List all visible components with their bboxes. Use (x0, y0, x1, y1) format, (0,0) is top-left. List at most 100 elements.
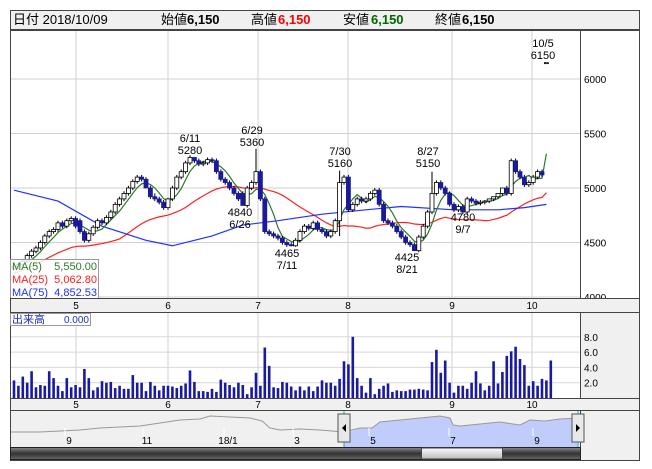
volume-bar (140, 382, 143, 398)
ma75-label: MA(75) (12, 287, 48, 299)
ma25-value: 5,062.80 (54, 274, 97, 286)
candle-down (147, 187, 153, 198)
annotation-6-29-price: 5360 (240, 137, 264, 149)
volume-bar (501, 371, 504, 398)
volume-bar (232, 387, 236, 398)
candle-up (429, 193, 435, 213)
candle-up (433, 182, 439, 194)
candle-up (51, 229, 56, 232)
candle-up (535, 171, 540, 178)
month-label: 9 (449, 301, 455, 312)
candle-down (99, 220, 105, 224)
annotation-7-30-price: 5160 (328, 158, 352, 170)
volume-tick-label: 2.0 (584, 379, 598, 390)
navigator-right-handle[interactable] (571, 413, 585, 443)
volume-bar (483, 390, 487, 398)
candle-up (310, 222, 316, 229)
month-label: 6 (165, 400, 171, 411)
volume-bar (479, 383, 482, 398)
candle-up (55, 222, 61, 230)
volume-bar (215, 391, 218, 398)
candle-down (156, 198, 162, 203)
price-tick-label: 5500 (584, 130, 607, 141)
candle-up (455, 206, 461, 211)
volume-bar (289, 386, 293, 398)
candle-up (332, 220, 338, 232)
volume-bar (408, 389, 412, 398)
navigator-left-handle[interactable] (337, 413, 351, 443)
volume-bar (417, 388, 421, 398)
volume-bar (39, 384, 42, 398)
volume-bar (518, 358, 522, 398)
volume-value: 0.000 (64, 315, 89, 326)
candle-down (279, 237, 285, 243)
annotation-8-27-price: 5150 (416, 158, 440, 170)
candle-down (411, 244, 417, 252)
volume-bar (17, 385, 20, 398)
volume-tick-label: 6.0 (584, 348, 598, 359)
volume-legend: 出来高 0.000 (10, 312, 91, 326)
volume-bar (87, 378, 91, 398)
annotation-8-21-date: 8/21 (396, 264, 417, 276)
price-axis: 60005500500045004000 (584, 75, 607, 304)
candle-down (376, 189, 382, 205)
volume-bar (549, 360, 553, 398)
volume-bar (144, 391, 148, 398)
volume-tick-label: 8.0 (584, 333, 598, 344)
volume-bar (448, 382, 451, 398)
candle-up (350, 203, 356, 211)
annotation-9-7-price: 4780 (451, 212, 475, 224)
candle-up (117, 198, 122, 205)
candle-down (77, 220, 83, 232)
volume-bar (12, 380, 16, 398)
candle-up (126, 187, 131, 194)
volume-label: 出来高 (12, 312, 45, 326)
price-tick-label: 4500 (584, 239, 607, 250)
volume-bar (56, 385, 60, 398)
volume-bar (307, 386, 311, 398)
volume-bar (333, 385, 337, 398)
annotation-6-26-price: 4840 (228, 207, 252, 219)
candle-up (416, 236, 422, 252)
navigator-label: 18/1 (218, 436, 238, 447)
annotation-9-7-date: 9/7 (455, 224, 470, 236)
chart-canvas[interactable]: 60005500500045004000 6/11 5280 6/29 5360… (0, 0, 652, 469)
candle-down (513, 160, 518, 173)
candle-up (33, 247, 39, 252)
candle-up (486, 198, 492, 202)
volume-bar (435, 349, 438, 398)
candle-down (231, 187, 237, 194)
volume-bar (237, 382, 240, 398)
candle-up (86, 233, 92, 241)
volume-bar (523, 365, 526, 398)
candle-up (249, 182, 255, 189)
candle-up (341, 176, 347, 183)
volume-bar (179, 385, 183, 398)
candle-down (389, 222, 395, 227)
candle-down (407, 242, 413, 246)
candle-up (187, 157, 193, 164)
annotation-6-11-date: 6/11 (180, 133, 201, 145)
volume-bar (153, 385, 157, 398)
volume-bar (514, 346, 517, 398)
candle-down (522, 176, 527, 186)
candle-up (130, 181, 136, 189)
navigator-label: 5 (370, 436, 376, 447)
candle-down (306, 225, 312, 229)
annotation-7-11-date: 7/11 (277, 260, 298, 272)
candle-up (420, 225, 426, 238)
volume-bar (329, 382, 333, 398)
candle-up (46, 231, 52, 237)
volume-bar (355, 378, 359, 398)
candle-up (104, 217, 109, 224)
candle-down (504, 187, 510, 194)
volume-bar (219, 379, 223, 398)
candle-down (288, 244, 294, 247)
candle-down (447, 193, 453, 205)
candle-up (499, 187, 505, 194)
navigator-scrollbar-thumb[interactable] (421, 447, 503, 460)
price-tick-label: 6000 (584, 75, 607, 86)
candle-down (191, 157, 197, 162)
month-label: 9 (449, 400, 455, 411)
navigator-label: 9 (534, 436, 540, 447)
